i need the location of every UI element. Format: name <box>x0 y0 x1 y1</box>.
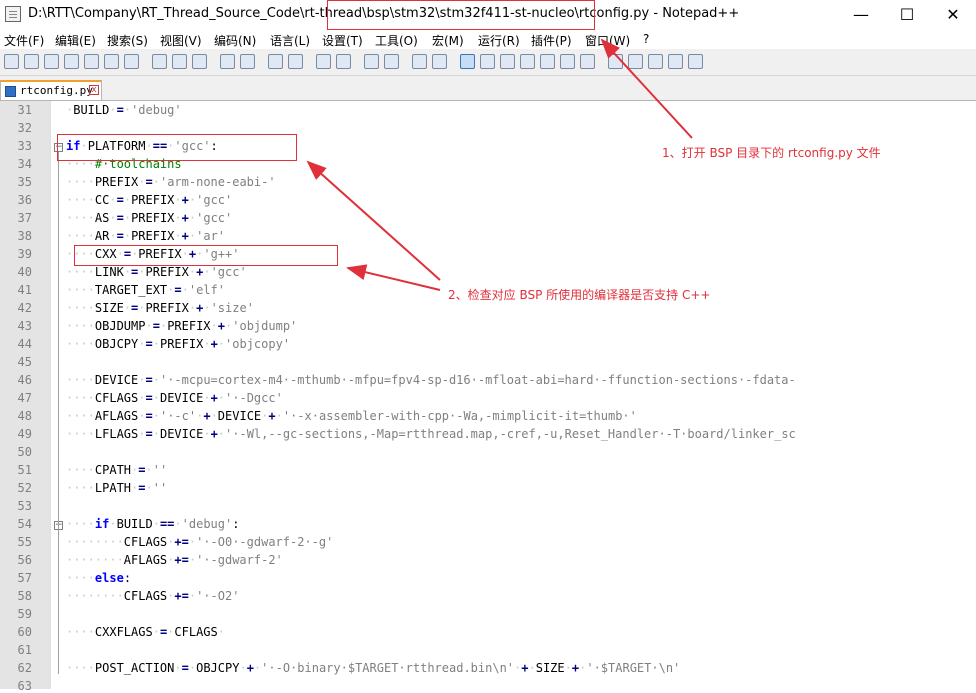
annotation-arrows <box>306 38 693 291</box>
arrow-to-cxx <box>346 264 441 291</box>
arrow-to-platform <box>306 160 441 281</box>
arrow-to-path <box>600 38 693 139</box>
